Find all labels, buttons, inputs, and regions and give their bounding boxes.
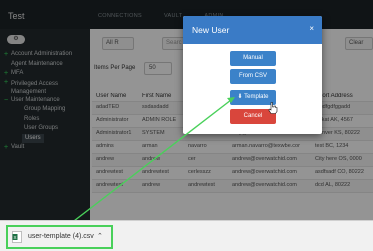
download-filename: user-template (4).csv	[28, 233, 94, 240]
csv-file-icon: X	[12, 231, 22, 243]
chevron-up-icon[interactable]: ⌃	[97, 232, 103, 240]
dialog-title: New User	[192, 25, 230, 35]
template-button-label: Template	[244, 94, 269, 100]
download-icon: ⬇	[237, 94, 243, 100]
download-bar: X user-template (4).csv ⌃	[0, 220, 373, 251]
hand-cursor-icon	[268, 102, 278, 114]
close-icon[interactable]: ×	[309, 24, 314, 33]
from-csv-button[interactable]: From CSV	[230, 69, 276, 84]
download-item[interactable]: X user-template (4).csv ⌃	[6, 225, 113, 249]
svg-text:X: X	[13, 235, 16, 240]
dialog-header: New User ×	[183, 16, 322, 44]
manual-button[interactable]: Manual	[230, 51, 276, 66]
new-user-dialog: New User × Manual From CSV ⬇ Template Ca…	[183, 16, 322, 134]
